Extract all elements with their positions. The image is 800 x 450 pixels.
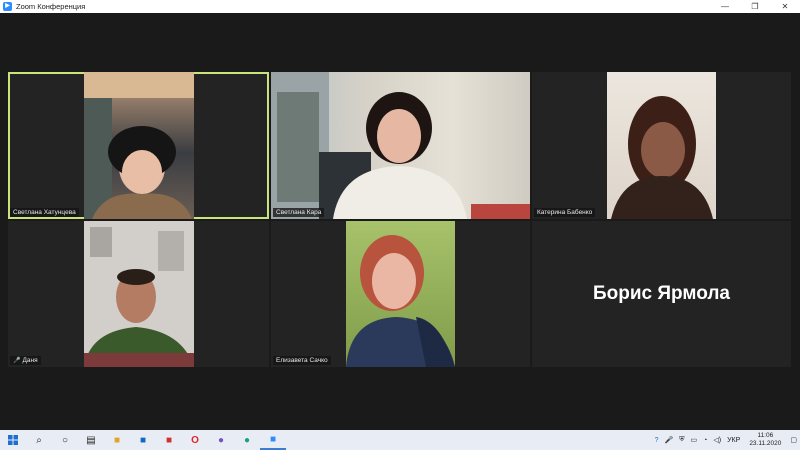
windows-start-icon[interactable] bbox=[0, 430, 26, 450]
person-silhouette-icon bbox=[611, 96, 713, 219]
window-title: Zoom Конференция bbox=[16, 2, 86, 11]
help-icon[interactable]: ? bbox=[655, 437, 659, 444]
participant-name-video-off: Борис Ярмола bbox=[593, 283, 730, 304]
participant-video bbox=[84, 72, 194, 219]
participant-video bbox=[271, 72, 530, 219]
participant-tile[interactable]: 🎤 Даня bbox=[8, 221, 269, 367]
participant-tile[interactable]: Светлана Хатунцева bbox=[8, 72, 269, 219]
outlook-icon[interactable]: ■ bbox=[130, 430, 156, 450]
volume-icon[interactable]: ◁) bbox=[713, 436, 721, 444]
participant-name: Светлана Хатунцева bbox=[10, 208, 79, 217]
gallery-view: Светлана Хатунцева Светлана Кара Катерин… bbox=[0, 13, 800, 430]
participant-name: Елизавета Сачко bbox=[273, 356, 331, 365]
search-icon[interactable]: ⌕ bbox=[26, 430, 52, 450]
zoom-logo-icon: ▶ bbox=[3, 2, 12, 11]
person-silhouette-icon bbox=[271, 72, 530, 219]
microphone-icon[interactable]: 🎤 bbox=[665, 436, 674, 444]
title-bar: ▶ Zoom Конференция — ❐ ✕ bbox=[0, 0, 800, 13]
cortana-icon[interactable]: ○ bbox=[52, 430, 78, 450]
person-silhouette-icon bbox=[346, 235, 455, 367]
window-controls: — ❐ ✕ bbox=[710, 0, 800, 13]
language-indicator[interactable]: УКР bbox=[727, 437, 740, 444]
wifi-icon[interactable]: ◔ bbox=[703, 437, 707, 444]
zoom-icon[interactable]: ■ bbox=[260, 430, 286, 450]
close-button[interactable]: ✕ bbox=[770, 0, 800, 13]
participant-tile[interactable]: Светлана Кара bbox=[271, 72, 530, 219]
task-view-icon[interactable]: ▤ bbox=[78, 430, 104, 450]
participant-video bbox=[346, 221, 455, 367]
participant-tile[interactable]: Катерина Бабенко bbox=[532, 72, 791, 219]
participant-name: Светлана Кара bbox=[273, 208, 325, 217]
opera-icon[interactable]: O bbox=[182, 430, 208, 450]
participant-video bbox=[607, 72, 716, 219]
windows-taskbar: ⌕ ○ ▤ ■ ■ ■ O ● ● ■ ? 🎤 ⛨ ▭ ◔ ◁) УКР 11:… bbox=[0, 430, 800, 450]
minimize-button[interactable]: — bbox=[710, 0, 740, 13]
participant-tile[interactable]: Елизавета Сачко bbox=[271, 221, 530, 367]
participant-video bbox=[84, 221, 194, 367]
pdf-icon[interactable]: ■ bbox=[156, 430, 182, 450]
clock[interactable]: 11:06 23.11.2020 bbox=[749, 432, 781, 448]
battery-icon[interactable]: ▭ bbox=[691, 436, 698, 444]
system-tray: ? 🎤 ⛨ ▭ ◔ ◁) УКР 11:06 23.11.2020 ▢ bbox=[652, 430, 800, 450]
viber-icon[interactable]: ● bbox=[208, 430, 234, 450]
notifications-icon[interactable]: ▢ bbox=[790, 436, 797, 444]
participant-name: 🎤 Даня bbox=[10, 356, 41, 365]
muted-mic-icon: 🎤 bbox=[13, 358, 21, 364]
participant-name: Катерина Бабенко bbox=[534, 208, 596, 217]
clock-time: 11:06 bbox=[757, 432, 774, 439]
maximize-button[interactable]: ❐ bbox=[740, 0, 770, 13]
participant-tile[interactable]: Борис Ярмола bbox=[532, 221, 791, 367]
file-explorer-icon[interactable]: ■ bbox=[104, 430, 130, 450]
clock-date: 23.11.2020 bbox=[749, 440, 782, 447]
defender-icon[interactable]: ⛨ bbox=[679, 436, 684, 444]
edge-icon[interactable]: ● bbox=[234, 430, 260, 450]
person-silhouette-icon bbox=[84, 221, 194, 367]
person-silhouette-icon bbox=[84, 72, 194, 219]
